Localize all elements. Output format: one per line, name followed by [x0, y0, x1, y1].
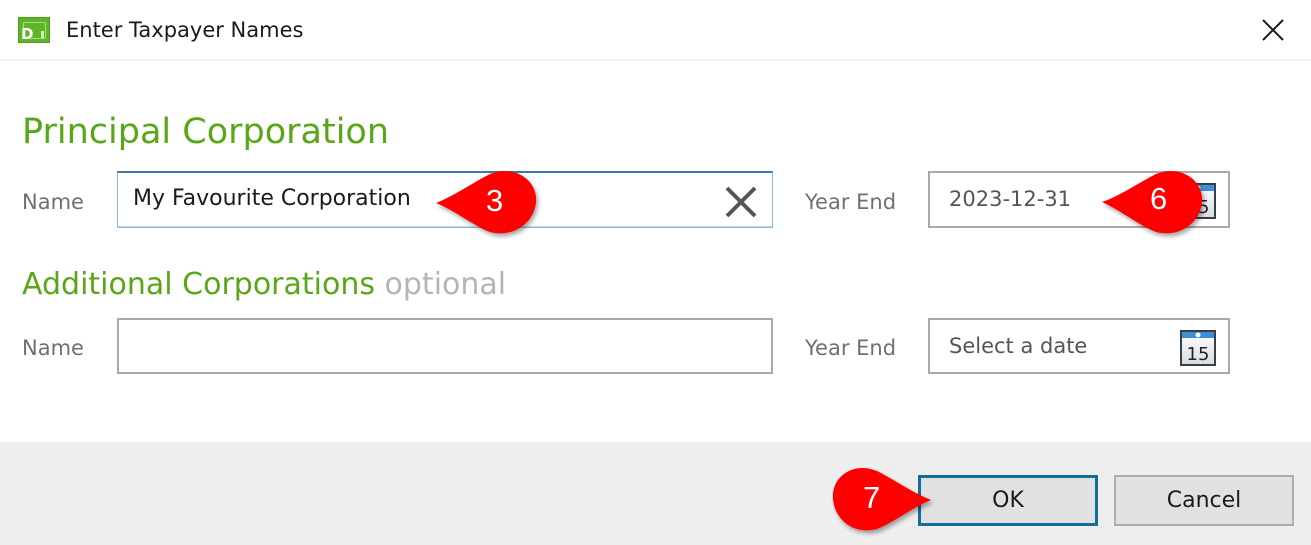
title-bar: D Enter Taxpayer Names	[0, 0, 1311, 61]
annotation-marker-3: 3	[434, 166, 544, 246]
additional-year-end-label: Year End	[805, 336, 897, 360]
ok-button[interactable]: OK	[918, 475, 1098, 526]
annotation-marker-6: 6	[1100, 166, 1210, 246]
annotation-number: 7	[863, 480, 881, 515]
principal-name-label: Name	[22, 190, 84, 214]
additional-year-end-placeholder[interactable]: Select a date	[949, 332, 1087, 360]
optional-label: optional	[384, 267, 507, 302]
clear-x-icon	[725, 186, 757, 218]
calendar-icon: 15	[1180, 330, 1216, 366]
app-icon: D	[18, 17, 50, 43]
annotation-number: 6	[1150, 181, 1168, 216]
annotation-number: 3	[486, 183, 504, 218]
principal-corporation-heading: Principal Corporation	[22, 112, 390, 152]
calendar-day: 15	[1187, 344, 1210, 365]
clear-name-button[interactable]	[724, 185, 758, 219]
additional-calendar-button[interactable]: 15	[1180, 329, 1216, 366]
additional-heading-text: Additional Corporations	[22, 267, 375, 302]
principal-name-value[interactable]: My Favourite Corporation	[133, 185, 411, 213]
principal-year-end-label: Year End	[805, 190, 897, 214]
close-icon	[1262, 19, 1284, 41]
annotation-marker-7: 7	[832, 463, 943, 543]
close-button[interactable]	[1255, 12, 1291, 48]
window-title: Enter Taxpayer Names	[66, 18, 304, 42]
additional-name-label: Name	[22, 336, 84, 360]
cancel-button[interactable]: Cancel	[1114, 475, 1294, 526]
additional-year-end-field[interactable]: Select a date 15	[928, 318, 1230, 374]
additional-name-field[interactable]	[117, 318, 773, 374]
principal-year-end-value[interactable]: 2023-12-31	[949, 185, 1071, 213]
additional-corporations-heading: Additional Corporations optional	[22, 263, 506, 307]
